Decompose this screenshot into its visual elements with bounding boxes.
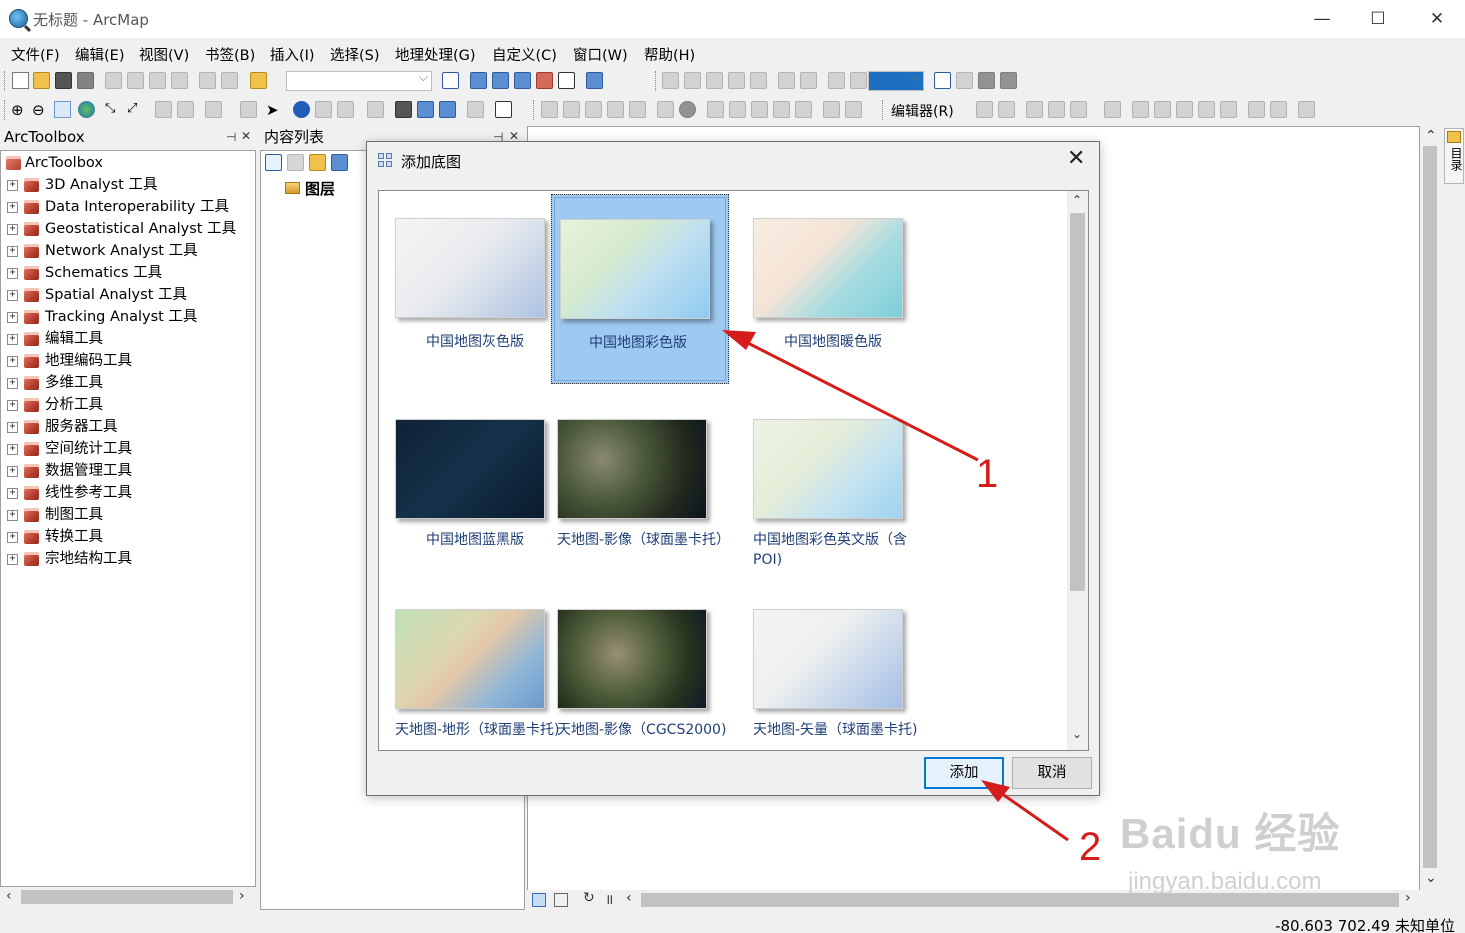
status-coordinates: -80.603 702.49 未知单位 (1275, 917, 1455, 933)
annotation-arrowhead-2 (981, 780, 1010, 802)
annotation-arrow-1 (741, 338, 979, 462)
baidu-watermark: Baidu 经验 jingyan.baidu.com (1120, 770, 1400, 910)
annotation-number-2: 2 (1079, 825, 1102, 869)
status-bar: -80.603 702.49 未知单位 (0, 912, 1465, 933)
watermark-url: jingyan.baidu.com (1128, 868, 1322, 895)
annotation-arrow-2 (997, 789, 1069, 842)
annotation-number-1: 1 (976, 452, 999, 496)
watermark-brand: Baidu 经验 (1120, 810, 1341, 857)
annotation-arrowhead-1 (722, 330, 756, 350)
